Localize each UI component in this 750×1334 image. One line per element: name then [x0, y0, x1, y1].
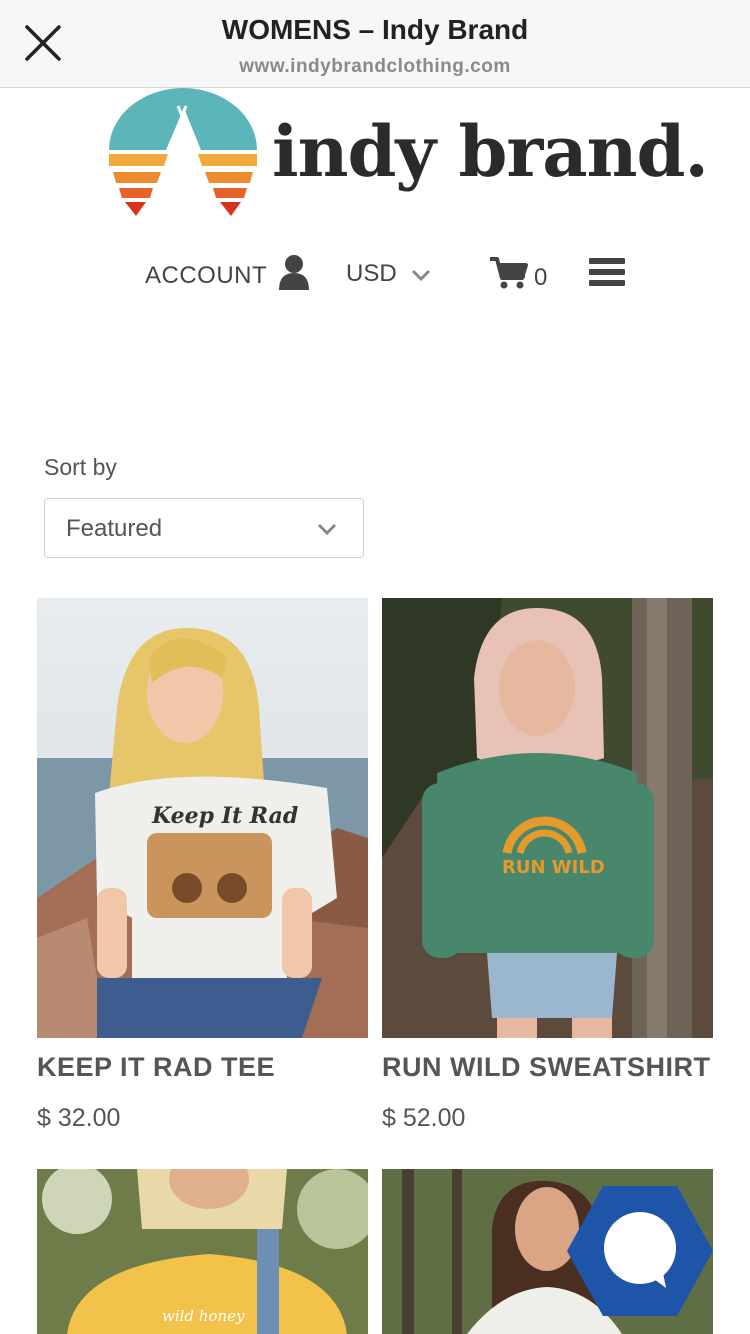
product-name[interactable]: RUN WILD SWEATSHIRT	[382, 1052, 710, 1083]
account-link[interactable]: ACCOUNT	[145, 262, 267, 290]
chevron-down-icon	[317, 523, 337, 536]
sort-selected-value: Featured	[66, 515, 163, 542]
currency-selector[interactable]: USD	[346, 260, 397, 288]
cart-count: 0	[534, 264, 548, 291]
sort-select[interactable]: Featured	[44, 498, 364, 558]
product-price: $ 52.00	[382, 1104, 466, 1132]
sort-label: Sort by	[44, 454, 117, 480]
product-card[interactable]: wild honey	[37, 1169, 368, 1334]
shirt-print-text: Keep It Rad	[151, 803, 298, 829]
product-card[interactable]: RUN WILD RUN WILD SWEATSHIRT $ 52.00	[382, 598, 713, 1132]
page-url: www.indybrandclothing.com	[239, 56, 511, 77]
product-price: $ 32.00	[37, 1104, 121, 1132]
person-icon[interactable]	[278, 254, 310, 290]
browser-top-bar: WOMENS – Indy Brand www.indybrandclothin…	[0, 0, 750, 88]
brand-logo[interactable]: indy brand.	[106, 88, 709, 218]
chat-widget-button[interactable]	[566, 1184, 714, 1318]
sunset-logo-icon	[109, 88, 257, 216]
logo-wordmark: indy brand.	[272, 110, 709, 193]
product-image[interactable]: wild honey	[37, 1169, 368, 1334]
shirt-print-text: wild honey	[162, 1307, 245, 1325]
product-card[interactable]: Keep It Rad KEEP IT RAD TEE $ 32.00	[37, 598, 368, 1132]
product-image[interactable]: RUN WILD	[382, 598, 713, 1038]
page-title: WOMENS – Indy Brand	[221, 14, 529, 45]
product-image[interactable]: Keep It Rad	[37, 598, 368, 1038]
product-name[interactable]: KEEP IT RAD TEE	[37, 1052, 275, 1083]
cart-icon[interactable]	[489, 256, 529, 290]
hamburger-menu-icon[interactable]	[589, 258, 625, 290]
shirt-print-text: RUN WILD	[502, 857, 605, 878]
chevron-down-icon[interactable]	[411, 268, 431, 282]
